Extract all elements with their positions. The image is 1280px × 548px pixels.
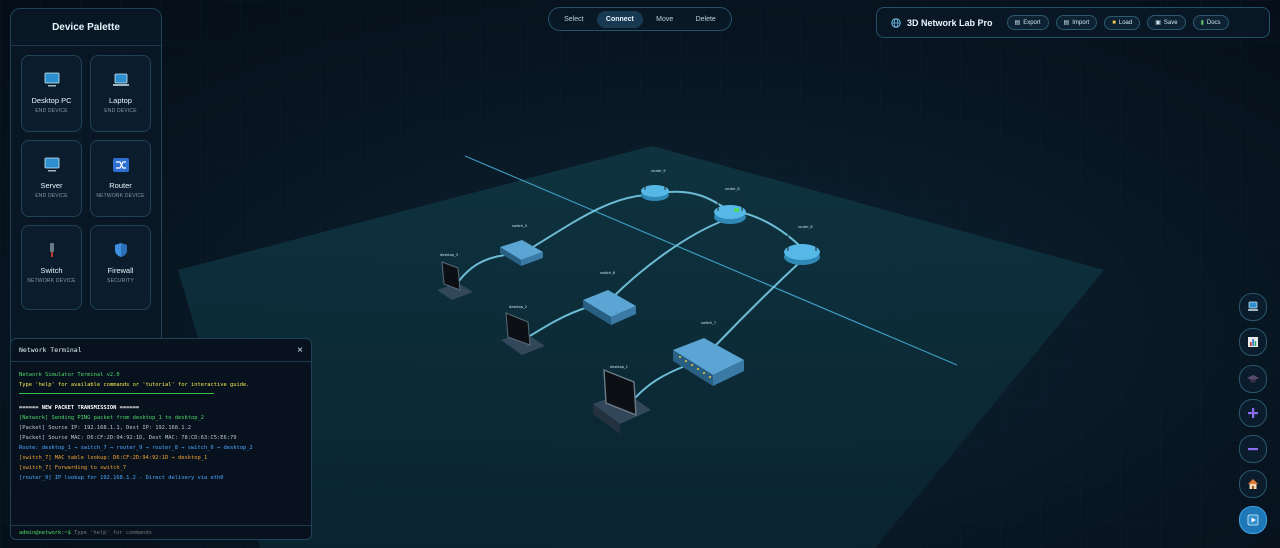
label-switch-5: switch_5	[512, 224, 527, 228]
tool-laptop-button[interactable]	[1239, 293, 1267, 321]
laptop-icon	[112, 73, 129, 86]
import-icon: ▤	[1063, 20, 1070, 26]
import-label: Import	[1072, 19, 1090, 26]
terminal-header: Network Terminal ×	[11, 339, 311, 362]
palette-item-switch[interactable]: Switch NETWORK DEVICE	[21, 225, 82, 310]
terminal-log-line: [router_9] IP lookup for 192.168.1.2 - D…	[19, 475, 224, 481]
mode-move-button[interactable]: Move	[647, 11, 682, 28]
export-button[interactable]: ▤ Export	[1006, 15, 1049, 30]
device-name: Firewall	[107, 266, 134, 275]
palette-title: Device Palette	[11, 9, 161, 46]
export-label: Export	[1023, 19, 1041, 26]
switch-icon	[49, 243, 54, 257]
zoom-out-button[interactable]	[1239, 435, 1267, 463]
terminal-intro-line: Type 'help' for available commands or 't…	[19, 382, 250, 388]
home-icon	[1248, 479, 1258, 489]
server-icon	[44, 157, 59, 172]
terminal-log-line: Route: desktop_1 → switch_7 → router_9 →…	[19, 445, 253, 451]
terminal-log-line: [Packet] Source IP: 192.168.1.1, Dest IP…	[19, 425, 192, 431]
terminal-log-line: ====== NEW PACKET TRANSMISSION ======	[19, 405, 140, 411]
zoom-in-button[interactable]	[1239, 399, 1267, 427]
palette-item-server[interactable]: Server END DEVICE	[21, 140, 82, 217]
device-name: Laptop	[109, 96, 132, 105]
terminal-input-row: admin@network:~$	[11, 525, 311, 539]
terminal-intro-line: Network Simulator Terminal v2.0	[19, 372, 120, 378]
export-icon: ▤	[1014, 20, 1021, 26]
mode-select-button[interactable]: Select	[555, 11, 592, 28]
palette-item-laptop[interactable]: Laptop END DEVICE	[90, 55, 151, 132]
device-category: END DEVICE	[35, 193, 68, 199]
globe-icon	[891, 17, 901, 28]
terminal-log-line: [switch_7] Forwarding to switch_7	[19, 465, 127, 471]
save-button[interactable]: ▣ Save	[1147, 15, 1186, 30]
book-icon: ▮	[1200, 20, 1204, 26]
device-category: NETWORK DEVICE	[96, 193, 145, 199]
palette-item-firewall[interactable]: Firewall SECURITY	[90, 225, 151, 310]
close-icon[interactable]: ×	[297, 345, 303, 356]
app-header: 3D Network Lab Pro ▤ Export ▤ Import ■ Load…	[876, 7, 1270, 38]
tool-chart-button[interactable]	[1239, 328, 1267, 356]
play-icon	[1247, 514, 1259, 526]
docs-label: Docs	[1206, 19, 1221, 26]
label-desktop-3: desktop_3	[440, 253, 458, 257]
device-name: Server	[40, 181, 63, 190]
app-title: 3D Network Lab Pro	[907, 17, 993, 28]
import-button[interactable]: ▤ Import	[1055, 15, 1098, 30]
label-router-9: router_9	[651, 169, 666, 173]
router-icon	[112, 158, 129, 172]
terminal-title: Network Terminal	[19, 346, 82, 354]
terminal-separator	[19, 393, 214, 394]
device-name: Router	[109, 181, 132, 190]
reset-view-button[interactable]	[1239, 470, 1267, 498]
load-label: Load	[1118, 19, 1133, 26]
folder-icon: ■	[1112, 19, 1116, 26]
firewall-icon	[114, 243, 127, 257]
load-button[interactable]: ■ Load	[1104, 15, 1141, 30]
device-name: Desktop PC	[31, 96, 72, 105]
terminal-output: Network Simulator Terminal v2.0 Type 'he…	[11, 362, 311, 483]
label-desktop-1: desktop_1	[610, 365, 628, 369]
label-switch-6: switch_6	[600, 271, 615, 275]
palette-item-desktop-pc[interactable]: Desktop PC END DEVICE	[21, 55, 82, 132]
save-label: Save	[1163, 19, 1178, 26]
zoom-in-icon	[1248, 408, 1258, 418]
mode-toolbar: Select Connect Move Delete	[548, 7, 732, 31]
terminal-command-input[interactable]	[73, 529, 274, 536]
palette-item-router[interactable]: Router NETWORK DEVICE	[90, 140, 151, 217]
graduation-cap-icon	[1247, 375, 1259, 383]
device-category: SECURITY	[107, 278, 134, 284]
label-router-8: router_8	[725, 187, 740, 191]
label-desktop-2: desktop_2	[509, 305, 527, 309]
mode-connect-button[interactable]: Connect	[596, 10, 643, 28]
mode-delete-button[interactable]: Delete	[687, 11, 725, 28]
device-category: END DEVICE	[35, 108, 68, 114]
device-category: NETWORK DEVICE	[27, 278, 76, 284]
device-category: END DEVICE	[104, 108, 137, 114]
terminal-log-line: [switch_7] MAC table lookup: D6:CF:2D:94…	[19, 455, 208, 461]
device-palette: Device Palette Desktop PC END DEVICE Lap…	[10, 8, 162, 350]
tool-tutorial-button[interactable]	[1239, 365, 1267, 393]
terminal-log-line: [Packet] Source MAC: D6:CF:2D:94:92:1D, …	[19, 435, 237, 441]
zoom-out-icon	[1248, 448, 1258, 451]
label-router-6: router_6	[798, 225, 813, 229]
play-simulation-button[interactable]	[1239, 506, 1267, 534]
network-terminal: Network Terminal × Network Simulator Ter…	[10, 338, 312, 540]
label-switch-7: switch_7	[701, 321, 716, 325]
terminal-prompt: admin@network:~$	[19, 529, 71, 536]
laptop-icon	[1248, 301, 1258, 311]
chart-icon	[1248, 337, 1258, 347]
docs-button[interactable]: ▮ Docs	[1192, 15, 1229, 30]
save-icon: ▣	[1155, 20, 1161, 26]
terminal-log-line: [Network] Sending PING packet from deskt…	[19, 415, 204, 421]
device-name: Switch	[40, 266, 63, 275]
desktop-icon	[44, 72, 59, 87]
